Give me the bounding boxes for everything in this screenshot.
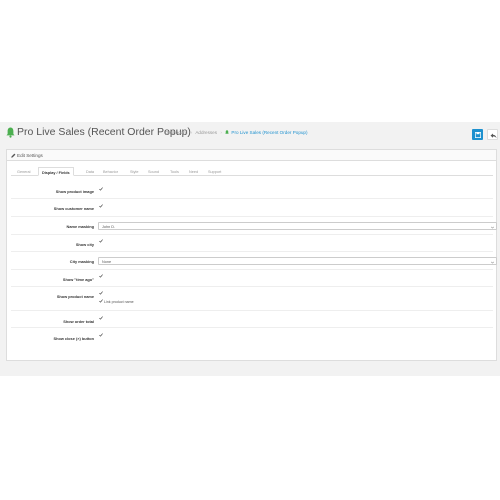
tab-sound[interactable]: Sound: [148, 167, 159, 176]
checkbox-show-customer-name[interactable]: [99, 203, 103, 208]
tab-data[interactable]: Data: [86, 167, 94, 176]
checkbox-show-product-image[interactable]: [99, 186, 103, 191]
tab-general[interactable]: General: [17, 167, 31, 176]
chevron-down-icon: [491, 261, 494, 264]
field-row-city-masking: City masking None: [11, 252, 497, 270]
breadcrumb-separator: ›: [190, 130, 193, 135]
page-header: Pro Live Sales (Recent Order Popup) Dash…: [0, 122, 500, 145]
bell-icon: [225, 130, 229, 134]
tab-support[interactable]: Support: [208, 167, 221, 176]
pencil-icon: [11, 153, 16, 158]
breadcrumb-separator: ›: [220, 130, 222, 135]
screenshot-area: Pro Live Sales (Recent Order Popup) Dash…: [0, 122, 500, 376]
tab-tools[interactable]: Tools: [170, 167, 179, 176]
reply-icon: [490, 133, 497, 138]
back-button[interactable]: [487, 129, 498, 140]
field-label: Show product name: [56, 294, 94, 299]
field-label: Show order total: [63, 318, 94, 324]
tab-style[interactable]: Style: [130, 167, 138, 176]
field-label: Name masking: [66, 224, 94, 229]
checkbox-label: Link product name: [104, 300, 134, 304]
field-label: Show product image: [55, 188, 94, 194]
tab-display-fields[interactable]: Display / Fields: [38, 167, 74, 176]
checkbox-show-product-name[interactable]: [99, 291, 103, 295]
tab-need[interactable]: Need: [189, 167, 198, 176]
checkbox-show-close-button[interactable]: [99, 332, 103, 337]
city-masking-select[interactable]: None: [98, 257, 497, 265]
panel-title: Edit Settings: [17, 152, 43, 158]
field-row-show-order-total: Show order total: [11, 311, 493, 328]
breadcrumb-current[interactable]: Pro Live Sales (Recent Order Popup): [231, 130, 307, 135]
select-value: John D.: [102, 224, 116, 229]
bell-icon: [6, 127, 15, 138]
checkbox-show-order-total[interactable]: [99, 315, 103, 320]
breadcrumb-addresses[interactable]: Addresses: [195, 130, 217, 135]
checkbox-show-city[interactable]: [99, 239, 103, 243]
link-product-name-option[interactable]: Link product name: [99, 297, 134, 304]
field-label: Show city: [75, 242, 94, 247]
select-value: None: [102, 259, 112, 264]
checkbox-link-product-name[interactable]: [99, 299, 103, 303]
field-row-show-city: Show city: [11, 235, 493, 252]
field-label: Show customer name: [53, 206, 94, 211]
field-row-show-product-name: Show product name Link product name: [11, 287, 493, 311]
panel-heading: Edit Settings: [7, 150, 496, 161]
field-row-name-masking: Name masking John D.: [11, 217, 497, 235]
field-row-show-customer-name: Show customer name: [11, 199, 493, 217]
breadcrumb-dashboard[interactable]: Dashboard: [165, 130, 187, 135]
field-label: Show close (×) button: [53, 335, 94, 341]
field-row-show-time-ago: Show "time ago": [11, 270, 493, 287]
name-masking-select[interactable]: John D.: [98, 222, 497, 230]
chevron-down-icon: [491, 226, 494, 229]
breadcrumb: Dashboard › Addresses › Pro Live Sales (…: [165, 130, 308, 135]
edit-settings-panel: Edit Settings General Display / Fields D…: [6, 149, 497, 361]
field-label: City masking: [69, 259, 94, 264]
field-label: Show "time ago": [62, 277, 94, 282]
tab-behavior[interactable]: Behavior: [103, 167, 118, 176]
checkbox-show-time-ago[interactable]: [99, 274, 103, 278]
field-row-show-product-image: Show product image: [11, 182, 493, 199]
field-row-show-close-button: Show close (×) button: [11, 328, 493, 346]
save-button[interactable]: [472, 129, 483, 140]
save-icon: [474, 131, 481, 138]
tab-bar: General Display / Fields Data Behavior S…: [11, 167, 493, 176]
